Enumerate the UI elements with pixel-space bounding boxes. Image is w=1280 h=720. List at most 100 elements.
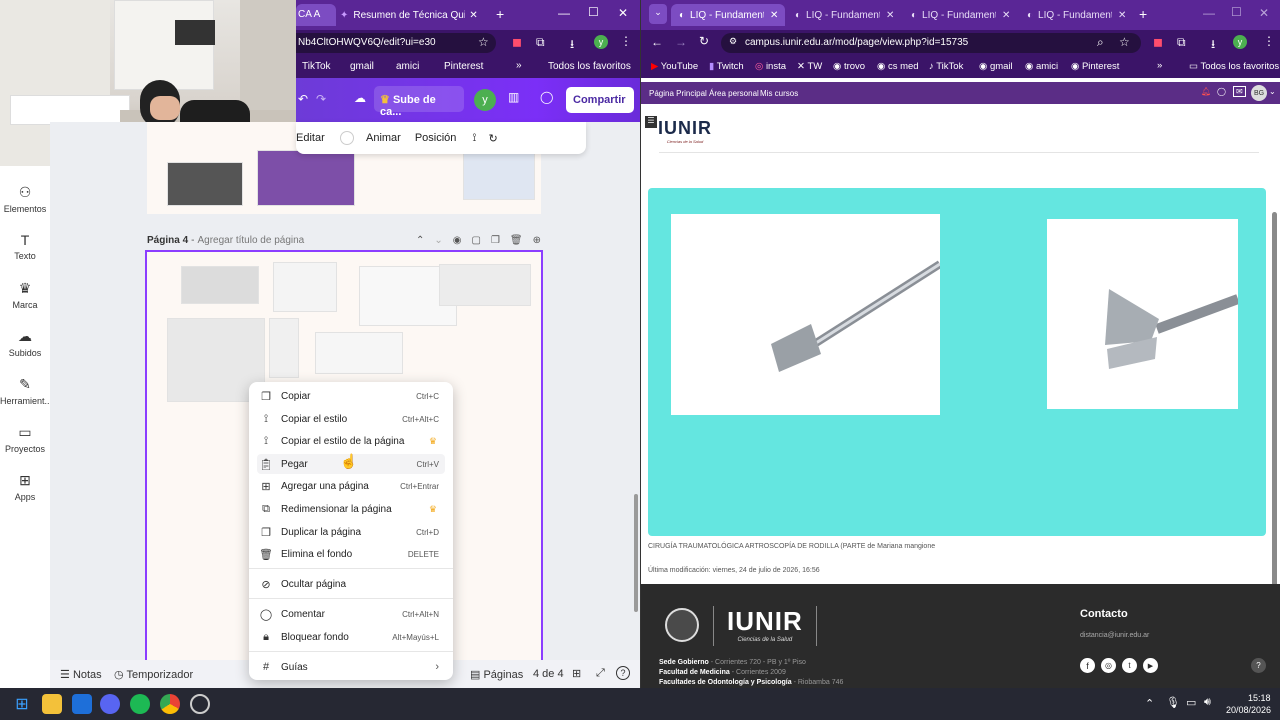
canvas-scrollbar[interactable]	[634, 494, 638, 612]
twitter-icon[interactable]: t	[1122, 658, 1137, 673]
bookmark-gmail[interactable]: ◉ gmail	[979, 61, 1013, 72]
menu-icon[interactable]: ⋮	[620, 34, 632, 48]
bookmark-pinterest[interactable]: Pinterest	[444, 61, 483, 72]
bookmark-amici[interactable]: ◉ amici	[1025, 61, 1058, 72]
reload-icon[interactable]: ↻	[699, 34, 709, 48]
image-table[interactable]	[257, 150, 355, 206]
bookmark-tw[interactable]: ✕ TW	[797, 61, 822, 72]
download-icon[interactable]: ⭳	[570, 35, 574, 56]
tab-active[interactable]: CA A	[296, 4, 336, 26]
app-icon[interactable]	[190, 694, 210, 714]
menu-item-guides[interactable]: # Guías ›	[257, 657, 445, 677]
extension-icon[interactable]: ◼	[1153, 35, 1163, 49]
sidebar-item-tools[interactable]: ✎ Herramient...	[0, 376, 52, 406]
pages-button[interactable]: ▤ Páginas	[470, 668, 523, 681]
tab-resumen[interactable]: ✦ Resumen de Técnica Quirúrgic ✕	[340, 4, 488, 26]
menu-toggle-icon[interactable]: ☰	[645, 116, 657, 128]
color-swatch[interactable]	[340, 131, 354, 145]
bookmark-amici[interactable]: amici	[396, 61, 419, 72]
menu-item-duplicate[interactable]: ❐ Duplicar la página Ctrl+D	[257, 522, 445, 542]
minimize-icon[interactable]: —	[1203, 6, 1215, 20]
chevron-down-icon[interactable]: ⌄	[434, 235, 442, 246]
user-avatar[interactable]: y	[474, 89, 496, 111]
image-trocar[interactable]	[269, 318, 299, 378]
menu-item-comment[interactable]: ◯ Comentar Ctrl+Alt+N	[257, 604, 445, 624]
more-bookmarks-icon[interactable]: »	[1157, 60, 1162, 71]
sidebar-item-apps[interactable]: ⊞ Apps	[0, 472, 50, 502]
network-icon[interactable]: ▭	[1186, 696, 1196, 709]
spotify-icon[interactable]	[130, 694, 150, 714]
bookmark-tiktok[interactable]: ♪ TikTok	[929, 61, 963, 72]
site-logo[interactable]: IUNIR Ciencias de la Salud	[655, 118, 715, 146]
volume-icon[interactable]: 🔊︎	[1204, 696, 1211, 709]
refresh-icon[interactable]: ↻	[489, 132, 498, 145]
extension-icon[interactable]: ◼	[512, 35, 522, 49]
image-device[interactable]	[463, 148, 535, 200]
duplicate-icon[interactable]: ❐	[491, 235, 500, 246]
lock-icon[interactable]: ▢	[471, 235, 480, 246]
page-scrollbar[interactable]	[1272, 212, 1277, 632]
more-bookmarks-icon[interactable]: »	[516, 60, 522, 71]
tab-list-icon[interactable]: ⌄	[649, 4, 667, 24]
edit-button[interactable]: Editar	[296, 132, 326, 144]
url-field[interactable]: campus.iunir.edu.ar/mod/page/view.php?id…	[721, 33, 1141, 53]
menu-item-lock-bg[interactable]: 🔒︎ Bloquear fondo Alt+Mayús+L	[257, 627, 445, 647]
fullscreen-icon[interactable]: ⤢	[596, 667, 605, 680]
undo-icon[interactable]: ↶	[298, 92, 308, 106]
slide-image-forceps-open[interactable]	[1047, 219, 1240, 409]
help-icon[interactable]: ?	[616, 666, 630, 680]
nav-dashboard[interactable]: Área personal	[709, 89, 759, 98]
nav-home[interactable]: Página Principal	[649, 89, 707, 98]
menu-item-add-page[interactable]: ⊞ Agregar una página Ctrl+Entrar	[257, 476, 445, 496]
caption-title[interactable]: CIRUGÍA TRAUMATOLÓGICA ARTROSCOPÍA DE RO…	[648, 543, 865, 550]
close-window-icon[interactable]: ✕	[618, 6, 628, 20]
slide-image-forceps-closed[interactable]	[671, 214, 943, 415]
sidebar-item-projects[interactable]: ▭ Proyectos	[0, 424, 50, 454]
menu-item-copy[interactable]: ❐ Copiar Ctrl+C	[257, 386, 445, 406]
animate-button[interactable]: Animar	[366, 132, 401, 144]
discord-icon[interactable]	[100, 694, 120, 714]
bookmark-pinterest[interactable]: ◉ Pinterest	[1071, 61, 1119, 72]
grid-view-icon[interactable]: ⊞	[572, 667, 581, 680]
trash-icon[interactable]: 🗑	[510, 235, 523, 246]
close-icon[interactable]: ✕	[1002, 10, 1010, 21]
redo-icon[interactable]: ↷	[316, 92, 326, 106]
menu-item-copy-page-style[interactable]: ⟟ Copiar el estilo de la página ♛	[257, 431, 445, 451]
add-page-icon[interactable]: ⊕	[533, 235, 541, 246]
chrome-icon[interactable]	[160, 694, 180, 714]
paint-roller-icon[interactable]: ⟟	[472, 132, 476, 145]
bookmark-csmed[interactable]: ◉ cs med	[877, 61, 919, 72]
mail-icon[interactable]: ✉	[1233, 86, 1246, 97]
lesson-slide[interactable]	[648, 188, 1266, 536]
chevron-up-icon[interactable]: ⌃	[1145, 697, 1154, 710]
page-title-input[interactable]: Agregar título de página	[197, 235, 304, 246]
star-icon[interactable]: ☆	[478, 35, 489, 49]
share-button[interactable]: Compartir	[566, 87, 634, 113]
minimize-icon[interactable]: —	[558, 6, 570, 20]
help-icon[interactable]: ?	[1251, 658, 1266, 673]
close-icon[interactable]: ✕	[770, 10, 778, 21]
forward-icon[interactable]: →	[675, 35, 687, 49]
menu-item-resize[interactable]: ⧉ Redimensionar la página ♛	[257, 499, 445, 519]
comments-icon[interactable]: ◯	[540, 90, 553, 104]
new-tab-icon[interactable]: +	[496, 6, 504, 22]
chevron-down-icon[interactable]: ⌄	[1269, 87, 1276, 96]
close-window-icon[interactable]: ✕	[1259, 6, 1269, 20]
contact-email[interactable]: distancia@iunir.edu.ar	[1080, 632, 1149, 639]
eye-icon[interactable]: ◉	[453, 235, 462, 246]
image-forceps[interactable]	[439, 264, 531, 306]
close-icon[interactable]: ✕	[886, 10, 894, 21]
tab-liq-4[interactable]: ◐ LIQ - Fundamento ✕	[1019, 4, 1133, 26]
file-explorer-icon[interactable]	[42, 694, 62, 714]
download-icon[interactable]: ⭳	[1211, 35, 1215, 56]
bookmark-insta[interactable]: ◎ insta	[755, 61, 786, 72]
image-cable[interactable]	[273, 262, 337, 312]
all-favorites[interactable]: ▭ Todos los favoritos	[1189, 61, 1279, 72]
sidebar-item-text[interactable]: T Texto	[0, 232, 50, 261]
sidebar-item-elements[interactable]: ⚇ Elementos	[0, 184, 50, 214]
nav-my-courses[interactable]: Mis cursos	[760, 89, 798, 98]
save-status[interactable]: ♛ Sube de ca...	[374, 86, 464, 118]
sidebar-item-uploads[interactable]: ☁ Subidos	[0, 328, 50, 358]
clock-date[interactable]: 20/08/2026	[1226, 705, 1271, 715]
star-icon[interactable]: ☆	[1119, 35, 1130, 49]
